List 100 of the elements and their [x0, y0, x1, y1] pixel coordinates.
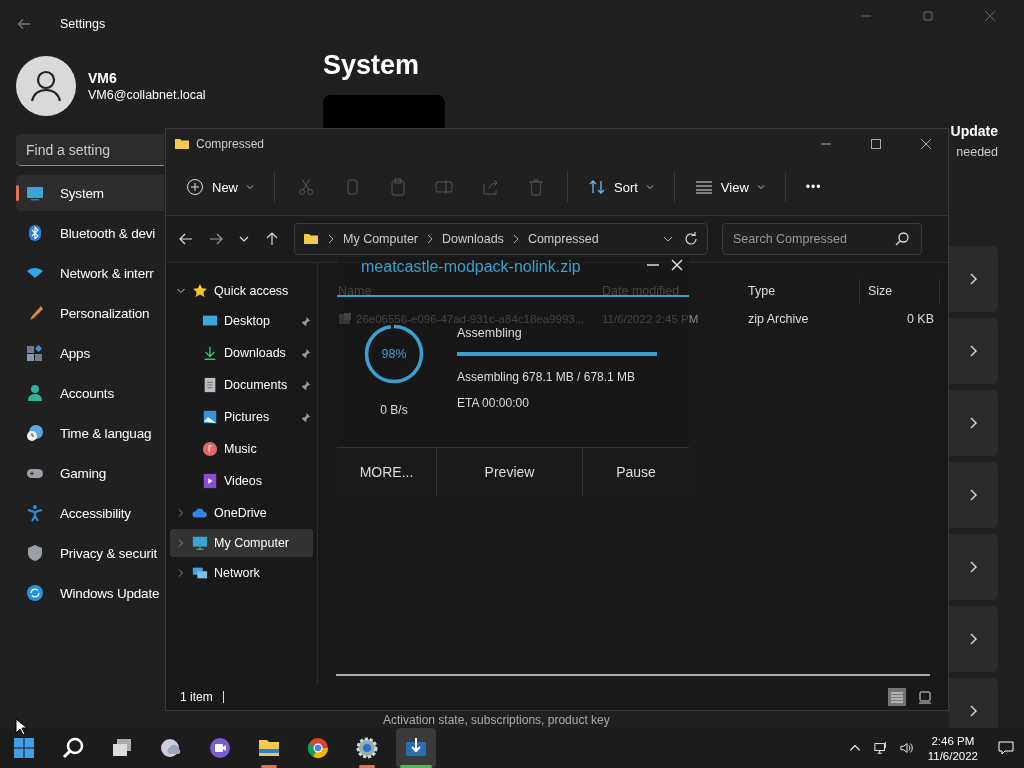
close-icon[interactable] [920, 138, 932, 150]
window-title: Compressed [196, 137, 265, 151]
tree-item[interactable]: Music [170, 435, 313, 463]
bluetooth-icon [26, 224, 44, 242]
clock-icon [26, 424, 44, 442]
mouse-cursor-icon [15, 718, 27, 736]
view-list-icon [694, 178, 713, 196]
download-file-name: meatcastle-modpack-nolink.zip [361, 257, 582, 276]
up-arrow-icon[interactable] [264, 231, 280, 247]
notifications-icon[interactable] [998, 740, 1014, 756]
tree-item[interactable]: Pictures [170, 403, 313, 431]
user-email: VM6@collabnet.local [88, 88, 206, 102]
download-speed: 0 B/s [380, 403, 408, 417]
plus-menu-button[interactable]: New [176, 172, 264, 202]
monitor-icon [192, 535, 208, 551]
forward-arrow-icon[interactable] [208, 231, 224, 247]
window-title: Settings [60, 17, 106, 31]
network-icon [192, 565, 208, 581]
search-icon [894, 231, 910, 247]
maximize-icon[interactable] [870, 138, 882, 150]
breadcrumb[interactable]: My Computer [343, 232, 419, 246]
shield-icon [26, 544, 44, 562]
clock-date[interactable]: 11/6/2022 [927, 749, 978, 762]
nav-item[interactable]: Personalization [16, 295, 164, 331]
network-icon[interactable] [873, 741, 888, 755]
view-menu-button[interactable]: View [684, 172, 775, 202]
nav-item[interactable]: Gaming [16, 455, 164, 491]
caret-icon [645, 184, 654, 190]
search-field[interactable]: Find a setting [16, 134, 164, 166]
archive-icon [338, 312, 352, 326]
sync-icon [26, 584, 44, 602]
chevron-right-icon [968, 416, 978, 430]
picture-icon [202, 409, 218, 425]
apps-icon [26, 344, 44, 362]
folder-icon [174, 136, 190, 152]
chevron-right-icon [512, 234, 519, 244]
back-arrow-icon[interactable] [178, 231, 194, 247]
column-header[interactable]: Type [740, 279, 860, 303]
display-icon [26, 184, 44, 202]
nav-item[interactable]: Accessibility [16, 495, 164, 531]
tree-item[interactable]: Videos [170, 467, 313, 495]
volume-icon[interactable] [899, 741, 914, 755]
tree-item[interactable]: Documents [170, 371, 313, 399]
tree-item[interactable]: OneDrive [170, 499, 313, 527]
caret-icon [246, 184, 254, 190]
breadcrumb[interactable]: Downloads [442, 232, 504, 246]
update-status-title: Update [950, 123, 998, 139]
search-icon [61, 736, 85, 760]
dialog-button[interactable]: Pause [583, 448, 689, 496]
chevron-right-icon [328, 234, 334, 244]
star-icon [192, 283, 208, 299]
clock-time[interactable]: 2:46 PM [931, 734, 975, 747]
browser-icon [306, 736, 330, 760]
search-field[interactable]: Search Compressed [722, 223, 922, 255]
tree-item[interactable]: Desktop [170, 307, 313, 335]
video-chat-icon [208, 736, 232, 760]
nav-item[interactable]: System [16, 175, 164, 211]
breadcrumb[interactable]: Compressed [527, 232, 599, 246]
chevron-right-icon[interactable] [176, 508, 186, 518]
tree-item[interactable]: My Computer [170, 529, 313, 557]
sort-menu-button[interactable]: Sort [578, 172, 664, 202]
tree-item[interactable]: Downloads [170, 339, 313, 367]
nav-item[interactable]: Windows Update [16, 575, 164, 611]
tree-item[interactable]: Network [170, 559, 313, 587]
chevron-right-icon [968, 488, 978, 502]
dialog-button[interactable]: Preview [437, 448, 583, 496]
nav-item[interactable]: Bluetooth & devi [16, 215, 164, 251]
nav-item[interactable]: Accounts [16, 375, 164, 411]
nav-item[interactable]: Time & languag [16, 415, 164, 451]
tiles-view-icon[interactable] [916, 688, 934, 706]
chevron-right-icon [968, 632, 978, 646]
weather-icon [159, 736, 183, 760]
nav-item[interactable]: Privacy & securit [16, 535, 164, 571]
item-count: 1 item [180, 690, 213, 704]
update-status-text: needed [956, 145, 998, 159]
dialog-button[interactable]: MORE... [337, 448, 437, 496]
progress-detail: Assembling 678.1 MB / 678.1 MB [457, 370, 637, 384]
eta-text: ETA 00:00:00 [457, 396, 530, 410]
progress-percent: 98% [381, 347, 407, 362]
chevron-right-icon [968, 560, 978, 574]
caret-icon [756, 184, 765, 190]
chevron-right-icon [968, 272, 978, 286]
card-subtitle: Activation state, subscriptions, product key [383, 713, 610, 727]
refresh-icon[interactable] [683, 231, 699, 247]
page-title: System [323, 50, 421, 81]
accessibility-icon [26, 504, 44, 522]
download-icon [202, 345, 218, 361]
more-options-button[interactable]: ••• [795, 174, 832, 200]
plus-icon [186, 178, 204, 196]
nav-item[interactable]: Apps [16, 335, 164, 371]
avatar-icon [16, 56, 76, 116]
tree-item[interactable]: Quick access [170, 277, 313, 305]
nav-item[interactable]: Network & interr [16, 255, 164, 291]
gear-icon [355, 736, 379, 760]
taskbar-button[interactable] [396, 728, 436, 768]
column-header[interactable]: Size [860, 279, 940, 303]
chevron-right-icon [968, 344, 978, 358]
address-bar[interactable]: My Computer Downloads Compressed [294, 223, 708, 255]
chevron-right-icon[interactable] [176, 568, 186, 578]
music-icon [202, 441, 218, 457]
